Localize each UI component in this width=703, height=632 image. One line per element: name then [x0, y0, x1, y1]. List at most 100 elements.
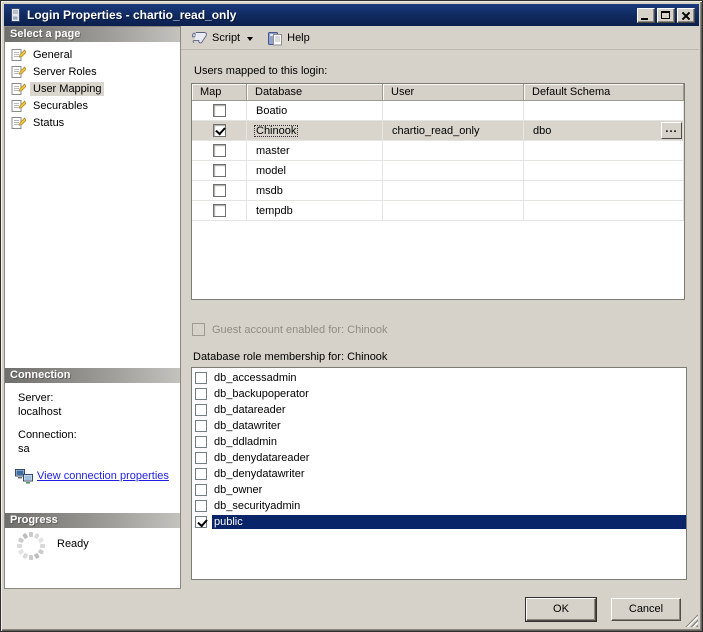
connection-header: Connection — [5, 368, 180, 383]
role-checkbox[interactable] — [195, 484, 207, 496]
select-a-page-header: Select a page — [5, 27, 180, 42]
role-label[interactable]: db_accessadmin — [212, 371, 686, 385]
sidebar-item-server-roles[interactable]: Server Roles — [5, 63, 180, 80]
database-cell[interactable]: msdb — [247, 181, 383, 201]
role-item-db_datareader: db_datareader — [192, 402, 686, 418]
database-cell[interactable]: master — [247, 141, 383, 161]
database-role-list: db_accessadmin db_backupoperator db_datare… — [191, 367, 687, 580]
default-schema-cell[interactable] — [524, 101, 684, 121]
page-list: General Server Roles User MappingSecurable… — [5, 42, 180, 131]
database-cell[interactable]: tempdb — [247, 201, 383, 221]
schema-cell-text: dbo — [533, 125, 551, 137]
users-mapped-label: Users mapped to this login: — [194, 65, 327, 77]
database-cell[interactable]: Boatio — [247, 101, 383, 121]
user-cell[interactable] — [383, 161, 524, 181]
database-cell-text: model — [256, 165, 286, 177]
role-label[interactable]: db_datareader — [212, 403, 686, 417]
sidebar-item-label: User Mapping — [30, 82, 104, 96]
column-header-map[interactable]: Map — [192, 84, 247, 101]
default-schema-cell[interactable] — [524, 161, 684, 181]
default-schema-cell[interactable] — [524, 141, 684, 161]
script-button[interactable]: Script — [187, 28, 263, 48]
user-cell[interactable] — [383, 181, 524, 201]
role-label[interactable]: db_denydatareader — [212, 451, 686, 465]
cancel-button[interactable]: Cancel — [611, 598, 681, 621]
column-header-default-schema[interactable]: Default Schema — [524, 84, 684, 101]
default-schema-cell[interactable] — [524, 201, 684, 221]
role-label[interactable]: public — [212, 515, 686, 529]
resize-grip[interactable] — [685, 614, 698, 627]
sidebar-item-label: Server Roles — [30, 65, 100, 79]
role-label[interactable]: db_securityadmin — [212, 499, 686, 513]
role-label[interactable]: db_denydatawriter — [212, 467, 686, 481]
map-checkbox[interactable] — [213, 124, 226, 137]
role-checkbox[interactable] — [195, 372, 207, 384]
role-checkbox[interactable] — [195, 388, 207, 400]
role-checkbox[interactable] — [195, 452, 207, 464]
title-bar: Login Properties - chartio_read_only — [4, 4, 699, 26]
user-mapping-table: MapDatabaseUserDefault Schema Boatio Chin… — [191, 83, 685, 300]
column-header-user[interactable]: User — [383, 84, 524, 101]
user-cell[interactable] — [383, 101, 524, 121]
role-label[interactable]: db_datawriter — [212, 419, 686, 433]
script-dropdown-icon[interactable] — [247, 37, 253, 41]
database-cell[interactable]: model — [247, 161, 383, 181]
sidebar-item-label: General — [30, 48, 75, 62]
connection-properties-icon — [15, 468, 33, 484]
user-cell-text: chartio_read_only — [392, 125, 479, 137]
role-item-db_ddladmin: db_ddladmin — [192, 434, 686, 450]
window-title: Login Properties - chartio_read_only — [27, 8, 635, 22]
user-cell[interactable] — [383, 201, 524, 221]
page-edit-icon — [11, 115, 26, 130]
page-edit-icon — [11, 64, 26, 79]
ok-button[interactable]: OK — [526, 598, 596, 621]
guest-account-row: Guest account enabled for: Chinook — [192, 323, 388, 336]
role-checkbox[interactable] — [195, 516, 207, 528]
column-header-database[interactable]: Database — [247, 84, 383, 101]
database-cell-text: Boatio — [256, 105, 287, 117]
database-cell[interactable]: Chinook — [247, 121, 383, 141]
map-checkbox[interactable] — [213, 144, 226, 157]
default-schema-cell[interactable] — [524, 181, 684, 201]
map-checkbox[interactable] — [213, 104, 226, 117]
role-membership-label: Database role membership for: Chinook — [193, 351, 387, 363]
minimize-button[interactable] — [637, 8, 655, 23]
map-checkbox[interactable] — [213, 184, 226, 197]
map-cell — [192, 121, 247, 141]
default-schema-cell[interactable]: dbo... — [524, 121, 684, 141]
user-cell[interactable] — [383, 141, 524, 161]
role-item-db_datawriter: db_datawriter — [192, 418, 686, 434]
close-button[interactable] — [677, 8, 695, 23]
sidebar-item-securables[interactable]: Securables — [5, 97, 180, 114]
script-button-label: Script — [212, 32, 240, 44]
role-checkbox[interactable] — [195, 420, 207, 432]
sidebar-item-status[interactable]: Status — [5, 114, 180, 131]
table-row: msdb — [192, 181, 684, 201]
role-item-db_securityadmin: db_securityadmin — [192, 498, 686, 514]
map-cell — [192, 141, 247, 161]
map-checkbox[interactable] — [213, 204, 226, 217]
view-connection-properties-link[interactable]: View connection properties — [37, 469, 169, 483]
maximize-button[interactable] — [657, 8, 675, 23]
role-checkbox[interactable] — [195, 404, 207, 416]
sidebar: Select a page General Server Roles User Ma… — [4, 26, 181, 589]
schema-browse-button[interactable]: ... — [661, 122, 682, 139]
role-checkbox[interactable] — [195, 436, 207, 448]
role-item-db_accessadmin: db_accessadmin — [192, 370, 686, 386]
user-cell[interactable]: chartio_read_only — [383, 121, 524, 141]
map-checkbox[interactable] — [213, 164, 226, 177]
table-row: Boatio — [192, 101, 684, 121]
role-checkbox[interactable] — [195, 500, 207, 512]
role-label[interactable]: db_owner — [212, 483, 686, 497]
guest-account-checkbox — [192, 323, 205, 336]
role-checkbox[interactable] — [195, 468, 207, 480]
table-row: Chinook chartio_read_only dbo... — [192, 121, 684, 141]
progress-panel: Ready — [5, 528, 180, 588]
role-label[interactable]: db_backupoperator — [212, 387, 686, 401]
connection-panel: Server: localhost Connection: sa View co… — [5, 383, 180, 484]
sidebar-item-general[interactable]: General — [5, 46, 180, 63]
role-item-public: public — [192, 514, 686, 530]
sidebar-item-user-mapping[interactable]: User Mapping — [5, 80, 180, 97]
role-label[interactable]: db_ddladmin — [212, 435, 686, 449]
help-button[interactable]: Help — [263, 28, 314, 48]
